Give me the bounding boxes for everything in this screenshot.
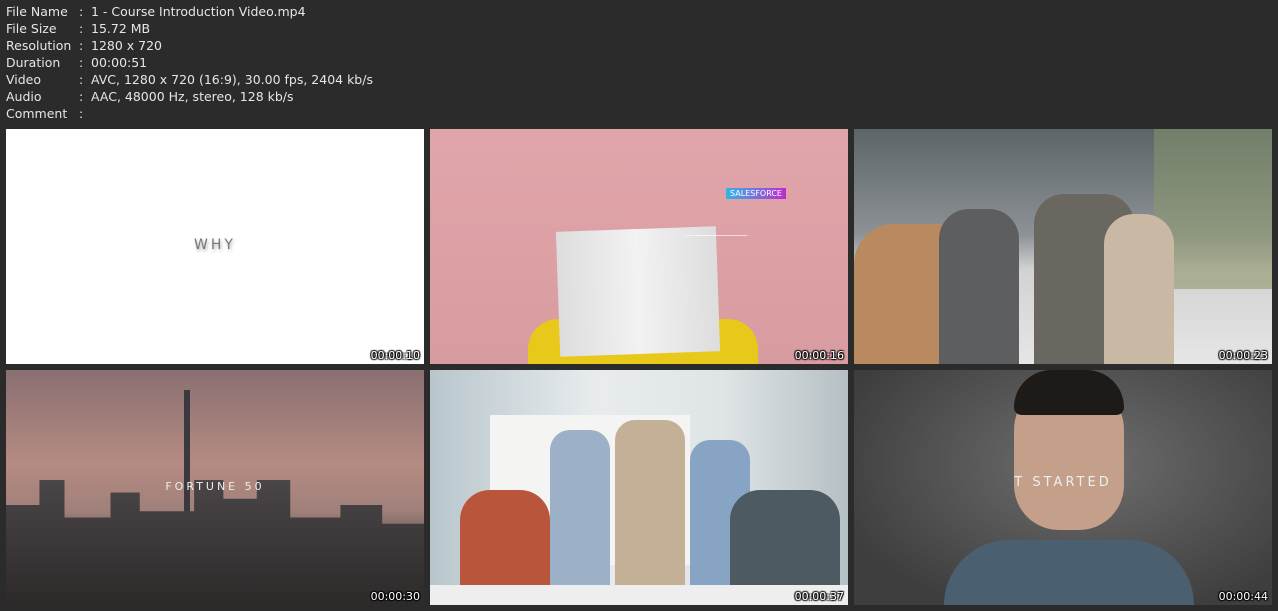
skyline bbox=[6, 480, 424, 605]
info-row: File Size:15.72 MB bbox=[6, 21, 151, 36]
person bbox=[615, 420, 685, 600]
callout-line bbox=[684, 207, 782, 236]
info-row: Comment: bbox=[6, 106, 84, 121]
timestamp: 00:00:16 bbox=[794, 349, 844, 362]
timestamp: 00:00:37 bbox=[794, 590, 844, 603]
thumbnail-3[interactable]: 00:00:23 bbox=[854, 129, 1272, 364]
thumbnail-6[interactable]: T STARTED 00:00:44 bbox=[854, 370, 1272, 605]
overlay-text: T STARTED bbox=[1014, 475, 1112, 490]
info-row: Resolution:1280 x 720 bbox=[6, 38, 163, 53]
info-row: Duration:00:00:51 bbox=[6, 55, 148, 70]
overlay-text: WHY bbox=[194, 237, 236, 253]
timestamp: 00:00:10 bbox=[370, 349, 420, 362]
info-row: File Name:1 - Course Introduction Video.… bbox=[6, 4, 306, 19]
file-info: File Name:1 - Course Introduction Video.… bbox=[6, 3, 373, 122]
timestamp: 00:00:44 bbox=[1218, 590, 1268, 603]
overlay-text: FORTUNE 50 bbox=[165, 480, 265, 493]
table bbox=[430, 585, 848, 605]
timestamp: 00:00:30 bbox=[370, 590, 420, 603]
thumbnail-4[interactable]: FORTUNE 50 00:00:30 bbox=[6, 370, 424, 605]
person bbox=[550, 430, 610, 590]
thumbnail-5[interactable]: 00:00:37 bbox=[430, 370, 848, 605]
info-row: Audio: AAC, 48000 Hz, stereo, 128 kb/s bbox=[6, 89, 294, 104]
thumbnail-2[interactable]: SALESFORCE 00:00:16 bbox=[430, 129, 848, 364]
person bbox=[939, 209, 1019, 364]
newspaper bbox=[555, 226, 721, 357]
info-row: Video: AVC, 1280 x 720 (16:9), 30.00 fps,… bbox=[6, 72, 373, 87]
thumbnail-1[interactable]: WHY 00:00:10 bbox=[6, 129, 424, 364]
hair bbox=[1014, 370, 1124, 415]
shirt bbox=[944, 540, 1194, 605]
person bbox=[1104, 214, 1174, 364]
timestamp: 00:00:23 bbox=[1218, 349, 1268, 362]
overlay-text: SALESFORCE bbox=[726, 188, 786, 199]
